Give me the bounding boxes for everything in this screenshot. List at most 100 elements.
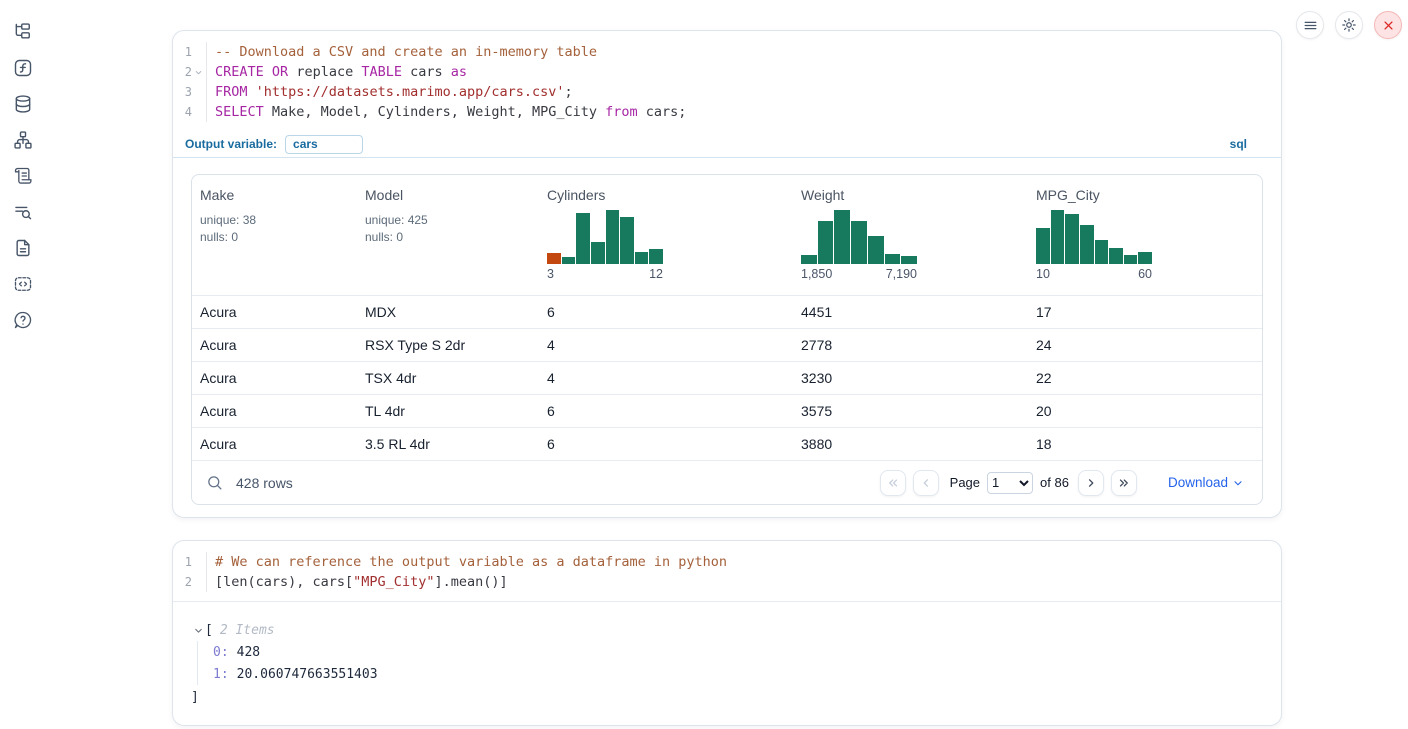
column-header-cylinders[interactable]: Cylinders312: [539, 175, 793, 295]
shutdown-button[interactable]: [1374, 11, 1402, 39]
output-variable-input[interactable]: [285, 135, 363, 154]
tree-entry-key: 0:: [213, 645, 229, 660]
panel-logs[interactable]: [11, 200, 35, 224]
table-cell: 4: [539, 370, 793, 386]
language-badge: sql: [1230, 137, 1247, 151]
output-variable-label: Output variable:: [185, 137, 277, 151]
file-tree-icon: [13, 22, 33, 42]
settings-button[interactable]: [1335, 11, 1363, 39]
code-text: SELECT Make, Model, Cylinders, Weight, M…: [207, 104, 686, 120]
column-stat: unique: 425: [365, 212, 531, 229]
table-cell: 4451: [793, 304, 1028, 320]
table-footer: 428 rows Page 1 of 86 Download: [192, 460, 1262, 504]
line-number: 2: [178, 575, 192, 589]
histogram-bar: [649, 249, 663, 264]
chevron-right-icon: [1084, 476, 1098, 490]
histogram-bar: [1138, 252, 1152, 264]
column-stats: unique: 38nulls: 0: [200, 212, 349, 246]
function-icon: [13, 58, 33, 78]
last-page-button[interactable]: [1111, 470, 1137, 496]
histogram-bar: [1051, 210, 1065, 264]
page-total: of 86: [1040, 475, 1069, 490]
line-number: 2: [178, 65, 192, 79]
line-number-gutter: 2: [173, 572, 207, 592]
table-cell: Acura: [192, 403, 357, 419]
histogram-bar: [547, 253, 561, 264]
tree-entry-key: 1:: [213, 667, 229, 682]
table-cell: 18: [1028, 436, 1262, 452]
histogram-min-label: 10: [1036, 267, 1050, 281]
histogram-bar: [562, 257, 576, 264]
code-text: CREATE OR replace TABLE cars as: [207, 64, 467, 80]
code-line: 3FROM 'https://datasets.marimo.app/cars.…: [173, 82, 1281, 102]
items-count-label: 2 Items: [220, 623, 275, 638]
table-row[interactable]: Acura3.5 RL 4dr6388018: [192, 427, 1262, 460]
table-cell: MDX: [357, 304, 539, 320]
histogram-bar: [1095, 240, 1109, 264]
histogram-min-label: 3: [547, 267, 554, 281]
column-header-mpg_city[interactable]: MPG_City1060: [1028, 175, 1262, 295]
code-line: 2 [len(cars), cars["MPG_City"].mean()]: [173, 572, 1281, 592]
prev-page-button[interactable]: [913, 470, 939, 496]
sql-code-editor[interactable]: 1-- Download a CSV and create an in-memo…: [173, 31, 1281, 131]
python-output: [ 2 Items 0:4281:20.060747663551403 ]: [173, 601, 1281, 725]
data-table: Makeunique: 38nulls: 0Modelunique: 425nu…: [191, 174, 1263, 505]
gear-icon: [1341, 17, 1357, 33]
list-search-icon: [13, 202, 33, 222]
column-header-weight[interactable]: Weight 1,8507,190: [793, 175, 1028, 295]
panel-documentation[interactable]: [11, 236, 35, 260]
table-search-button[interactable]: [200, 469, 228, 497]
histogram-min-label: 1,850: [801, 267, 832, 281]
panel-snippets[interactable]: [11, 272, 35, 296]
histogram-axis-labels: 312: [547, 267, 663, 281]
next-page-button[interactable]: [1078, 470, 1104, 496]
column-stat: nulls: 0: [200, 229, 349, 246]
panel-file-explorer[interactable]: [11, 20, 35, 44]
code-text: # We can reference the output variable a…: [207, 554, 727, 570]
column-header-make[interactable]: Make unique: 38nulls: 0: [192, 175, 357, 295]
line-number: 1: [178, 45, 192, 59]
fold-chevron-icon[interactable]: [192, 62, 204, 82]
database-icon: [13, 94, 33, 114]
table-row[interactable]: AcuraRSX Type S 2dr4277824: [192, 328, 1262, 361]
tree-root-row: [ 2 Items: [191, 619, 1263, 641]
page-select[interactable]: 1: [987, 472, 1033, 494]
table-row[interactable]: AcuraTSX 4dr4323022: [192, 361, 1262, 394]
histogram-bar: [901, 256, 917, 264]
panel-dependencies[interactable]: [11, 128, 35, 152]
histogram-axis-labels: 1,8507,190: [801, 267, 917, 281]
panel-variables[interactable]: [11, 56, 35, 80]
panel-scratchpad[interactable]: [11, 164, 35, 188]
sitemap-icon: [13, 130, 33, 150]
table-cell: 2778: [793, 337, 1028, 353]
pagination: Page 1 of 86 Download: [880, 470, 1254, 496]
column-stat: unique: 38: [200, 212, 349, 229]
left-sidebar: [0, 0, 46, 332]
table-cell: 3.5 RL 4dr: [357, 436, 539, 452]
first-page-button[interactable]: [880, 470, 906, 496]
line-number: 3: [178, 85, 192, 99]
column-header-model[interactable]: Modelunique: 425nulls: 0: [357, 175, 539, 295]
column-label: Make: [200, 187, 349, 203]
tree-collapse-button[interactable]: [191, 623, 205, 637]
column-label: Weight: [801, 187, 1020, 203]
python-code-editor[interactable]: 1# We can reference the output variable …: [173, 541, 1281, 601]
table-row[interactable]: AcuraTL 4dr6357520: [192, 394, 1262, 427]
fold-spacer: [192, 82, 204, 102]
histogram-max-label: 60: [1138, 267, 1152, 281]
search-icon: [206, 474, 223, 491]
download-label: Download: [1168, 475, 1228, 490]
histogram-bar: [818, 221, 834, 264]
histogram-bar: [1080, 225, 1094, 264]
histogram-bar: [834, 210, 850, 264]
code-text: [len(cars), cars["MPG_City"].mean()]: [207, 574, 508, 590]
menu-button[interactable]: [1296, 11, 1324, 39]
panel-datasources[interactable]: [11, 92, 35, 116]
download-button[interactable]: Download: [1162, 474, 1250, 491]
file-text-icon: [13, 238, 33, 258]
histogram-bar: [591, 242, 605, 264]
histogram-bar: [801, 255, 817, 264]
table-row[interactable]: AcuraMDX6445117: [192, 295, 1262, 328]
panel-help[interactable]: [11, 308, 35, 332]
line-number-gutter: 1: [173, 42, 207, 62]
